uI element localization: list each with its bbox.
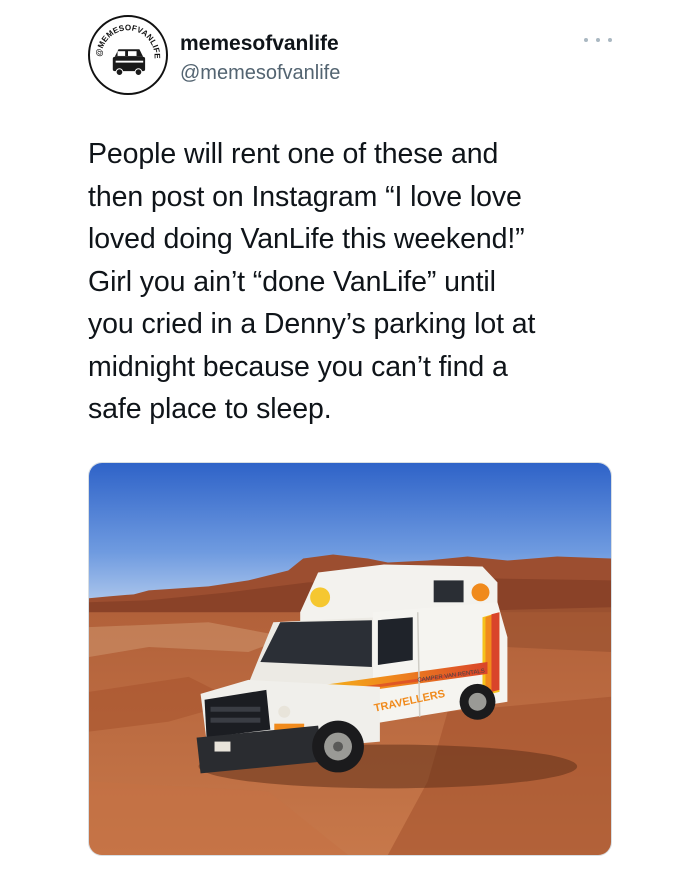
tweet-text-line: safe place to sleep. bbox=[88, 393, 332, 425]
camper-van-photo: TRAVELLERS CAMPER VAN RENTALS bbox=[89, 463, 611, 855]
avatar[interactable]: @MEMESOFVANLIFE bbox=[88, 15, 168, 95]
tweet-text: People will rent one of these and then p… bbox=[88, 133, 628, 431]
more-dot bbox=[608, 38, 612, 42]
tweet-card: @MEMESOFVANLIFE memesofvanlife @memesofv… bbox=[0, 0, 700, 875]
tweet-text-line: you cried in a Denny’s parking lot at bbox=[88, 308, 536, 340]
tweet-text-line: Girl you ain’t “done VanLife” until bbox=[88, 265, 496, 298]
tweet-text-line: midnight because you can’t find a bbox=[88, 350, 508, 383]
van-logo-circle bbox=[471, 583, 490, 602]
tweet-text-line: loved doing VanLife this weekend!” bbox=[88, 223, 525, 255]
more-dot bbox=[596, 38, 600, 42]
user-handle[interactable]: @memesofvanlife bbox=[180, 62, 340, 85]
avatar-logo-icon: @MEMESOFVANLIFE bbox=[91, 18, 165, 92]
tweet-text-line: People will rent one of these and bbox=[88, 138, 499, 170]
more-options-icon[interactable] bbox=[584, 30, 612, 50]
tweet-text-line: then post on Instagram “I love love bbox=[88, 180, 522, 213]
tweet-photo[interactable]: TRAVELLERS CAMPER VAN RENTALS bbox=[88, 462, 612, 856]
display-name[interactable]: memesofvanlife bbox=[180, 32, 339, 56]
more-dot bbox=[584, 38, 588, 42]
